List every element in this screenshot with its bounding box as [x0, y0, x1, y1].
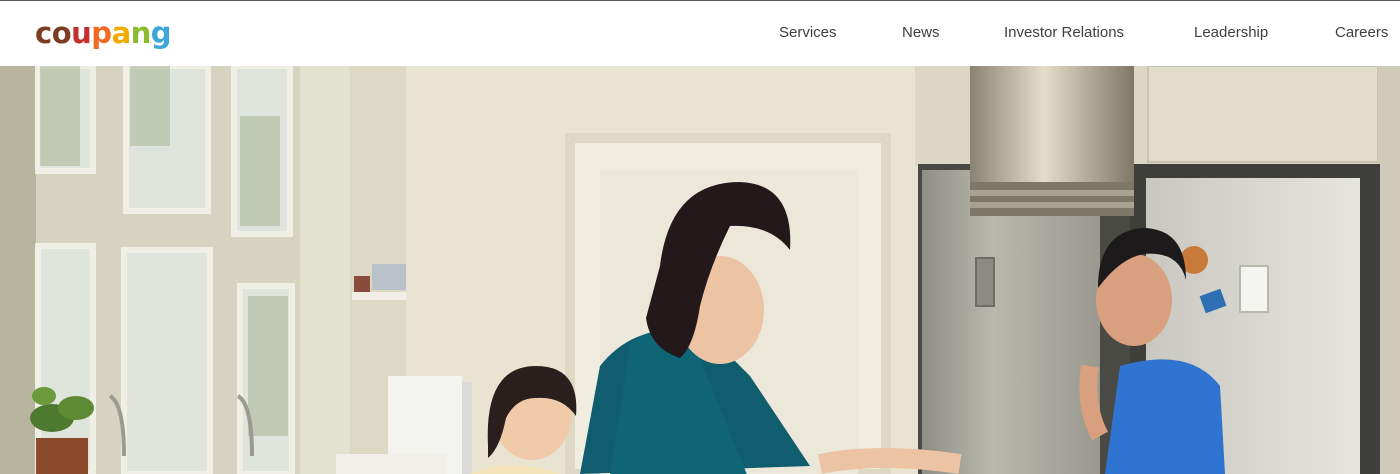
nav-news[interactable]: News — [902, 23, 940, 43]
family-in-kitchen-photo — [0, 66, 1400, 474]
nav-leadership[interactable]: Leadership — [1194, 23, 1268, 43]
main-nav: Services News Investor Relations Leaders… — [0, 1, 1400, 67]
nav-investor-relations[interactable]: Investor Relations — [1004, 23, 1124, 43]
nav-services[interactable]: Services — [779, 23, 837, 43]
site-header: coupang Services News Investor Relations… — [0, 0, 1400, 66]
nav-careers[interactable]: Careers — [1335, 23, 1388, 43]
hero-image — [0, 66, 1400, 474]
